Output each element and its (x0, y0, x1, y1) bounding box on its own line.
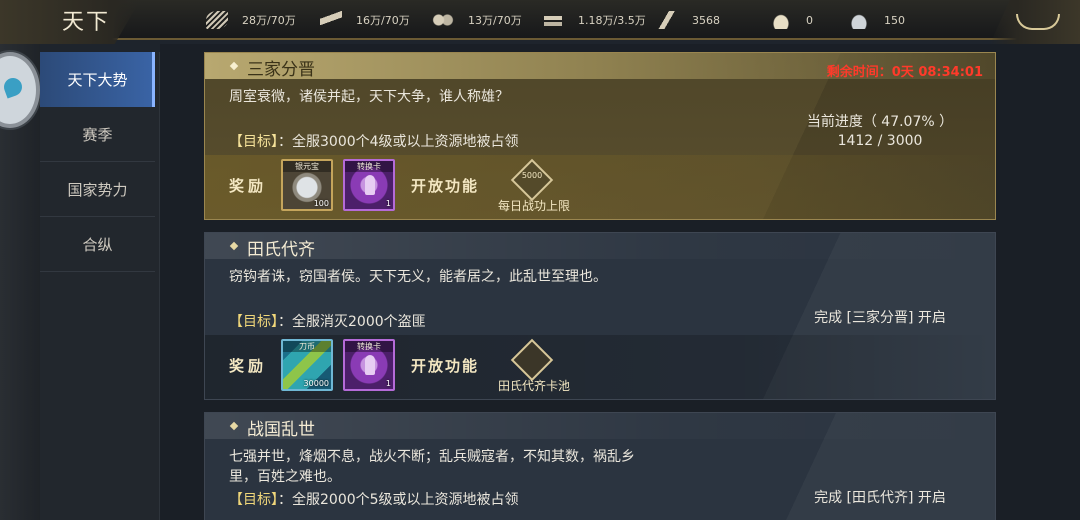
goal-text: ：全服2000个5级或以上资源地被占领 (278, 492, 519, 508)
card-pool-icon[interactable] (510, 338, 554, 382)
card-goal: 【目标】：全服2000个5级或以上资源地被占领 (229, 489, 519, 509)
sidebar: 天下大势 赛季 国家势力 合纵 (40, 52, 160, 520)
goal-tag: 【目标】 (229, 134, 278, 150)
resource-iron[interactable]: 1.18万/3.5万 (542, 9, 646, 31)
goal-text: ：全服3000个4级或以上资源地被占领 (278, 134, 519, 150)
remaining-time: 剩余时间：0天 08:34:01 (826, 65, 983, 80)
daily-merit-cap-icon[interactable] (510, 158, 554, 202)
sidebar-item-season[interactable]: 赛季 (40, 107, 155, 162)
card-title: 战国乱世 (247, 420, 315, 440)
content-area: 三家分晋 剩余时间：0天 08:34:01 周室衰微，诸侯并起，天下大争，谁人称… (160, 44, 1080, 520)
resource-value: 16万/70万 (356, 14, 410, 27)
card-title: 三家分晋 (247, 60, 315, 80)
resource-silver-ingot[interactable]: 150 (848, 9, 905, 31)
resource-value: 1.18万/3.5万 (578, 14, 646, 27)
open-feature-label: 开放功能 (411, 357, 480, 375)
unlock-status: 完成 [田氏代齐] 开启 (814, 490, 946, 506)
grain-icon (206, 11, 228, 29)
silver-ingot-icon (848, 11, 870, 29)
goal-tag: 【目标】 (229, 492, 278, 508)
resource-merit[interactable]: 3568 (656, 9, 720, 31)
resource-grain[interactable]: 28万/70万 (206, 9, 296, 31)
resource-wood[interactable]: 16万/70万 (320, 9, 410, 31)
reward-item-knife-coin[interactable]: 刀币 30000 (281, 339, 333, 391)
card-header (205, 233, 995, 259)
wood-icon (320, 11, 342, 29)
resource-value: 13万/70万 (468, 14, 522, 27)
reward-item-silver-ingot[interactable]: 银元宝 100 (281, 159, 333, 211)
item-name: 转换卡 (345, 341, 393, 352)
logo-text: 天下 (62, 10, 111, 35)
reward-label: 奖励 (229, 177, 268, 195)
resource-value: 3568 (692, 13, 720, 27)
goal-text: ：全服消灭2000个盗匪 (278, 314, 426, 330)
goal-tag: 【目标】 (229, 314, 278, 330)
resource-value: 28万/70万 (242, 14, 296, 27)
reward-item-conversion-card[interactable]: 转换卡 1 (343, 159, 395, 211)
reward-bar: 奖励 刀币 30000 转换卡 1 开放功能 田氏代齐卡池 (205, 335, 995, 399)
sidebar-item-nation-power[interactable]: 国家势力 (40, 162, 155, 217)
chapter-card-locked[interactable]: 战国乱世 七强并世，烽烟不息，战火不断；乱兵贼寇者，不知其数，祸乱乡里，百姓之难… (204, 412, 996, 520)
card-goal: 【目标】：全服消灭2000个盗匪 (229, 311, 426, 331)
card-title: 田氏代齐 (247, 240, 315, 260)
reward-label: 奖励 (229, 357, 268, 375)
item-name: 银元宝 (283, 161, 331, 172)
card-goal: 【目标】：全服3000个4级或以上资源地被占领 (229, 131, 519, 151)
feature-label: 田氏代齐卡池 (497, 379, 570, 393)
chapter-card-locked[interactable]: 田氏代齐 窃钩者诛，窃国者侯。天下无义，能者居之，此乱世至理也。 【目标】：全服… (204, 232, 996, 400)
top-resource-bar: 天下 28万/70万 16万/70万 13万/70万 1.18万/3.5万 35… (0, 0, 1080, 44)
resource-stone[interactable]: 13万/70万 (432, 9, 522, 31)
open-feature-label: 开放功能 (411, 177, 480, 195)
back-button[interactable] (990, 0, 1080, 44)
sidebar-item-alliance[interactable]: 合纵 (40, 217, 155, 272)
gold-ingot-icon (770, 11, 792, 29)
reward-item-conversion-card[interactable]: 转换卡 1 (343, 339, 395, 391)
item-count: 1 (385, 379, 391, 388)
resource-value: 0 (806, 13, 813, 27)
resource-value: 150 (884, 13, 905, 27)
merit-icon (656, 11, 678, 29)
stone-icon (432, 11, 454, 29)
card-header (205, 413, 995, 439)
reward-bar: 奖励 银元宝 100 转换卡 1 开放功能 5000 每日战功上限 (205, 155, 995, 219)
feature-icon-value: 5000 (521, 171, 543, 180)
resource-gold-ingot[interactable]: 0 (770, 9, 813, 31)
sidebar-item-world-trend[interactable]: 天下大势 (40, 52, 155, 107)
chapter-card-active[interactable]: 三家分晋 剩余时间：0天 08:34:01 周室衰微，诸侯并起，天下大争，谁人称… (204, 52, 996, 220)
item-name: 刀币 (283, 341, 331, 352)
feature-label: 每日战功上限 (497, 199, 570, 213)
item-name: 转换卡 (345, 161, 393, 172)
progress-label: 当前进度（ 47.07% ） (806, 114, 954, 130)
card-description: 窃钩者诛，窃国者侯。天下无义，能者居之，此乱世至理也。 (229, 269, 607, 285)
progress-fraction: 1412 / 3000 (837, 133, 923, 149)
item-count: 100 (313, 199, 329, 208)
card-description: 七强并世，烽烟不息，战火不断；乱兵贼寇者，不知其数，祸乱乡里，百姓之难也。 (229, 449, 635, 485)
item-count: 1 (385, 199, 391, 208)
item-count: 30000 (303, 379, 329, 388)
unlock-status: 完成 [三家分晋] 开启 (814, 310, 946, 326)
card-description: 周室衰微，诸侯并起，天下大争，谁人称雄？ (229, 89, 509, 105)
iron-icon (542, 11, 564, 29)
